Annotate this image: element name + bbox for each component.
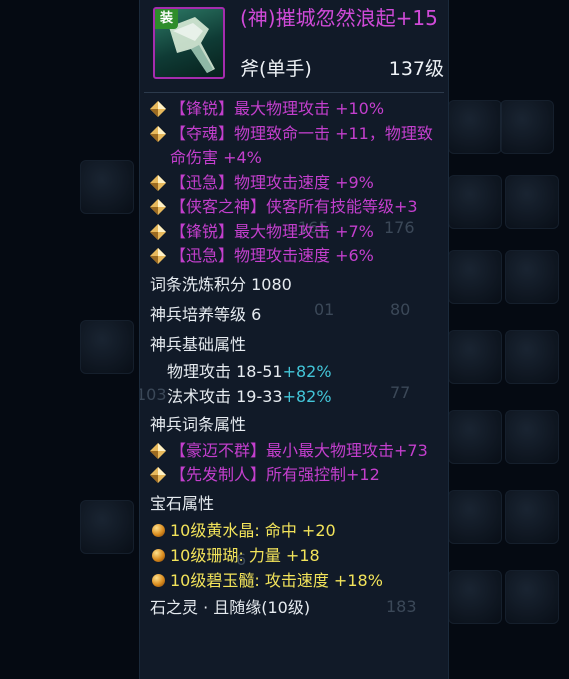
- diamond-gem-icon: [150, 442, 166, 459]
- inventory-slot: [448, 570, 502, 624]
- divine-affix-row: 【豪迈不群】最小最大物理攻击+73: [140, 439, 448, 464]
- magic-attack-label: 法术攻击 19-33: [167, 386, 283, 406]
- inventory-slot: [505, 250, 559, 304]
- diamond-gem-icon: [150, 101, 166, 117]
- magic-attack-row: 法术攻击 19-33+82%: [140, 384, 448, 409]
- inventory-slot: [505, 330, 559, 384]
- inventory-slot: [505, 490, 559, 544]
- inventory-slot: [448, 490, 502, 544]
- base-attributes-header: 神兵基础属性: [150, 334, 247, 354]
- gem-row: 10级黄水晶: 命中 +20: [140, 518, 448, 543]
- gem-row: 10级碧玉髓: 攻击速度 +18%: [140, 568, 448, 593]
- item-tooltip: 165 176 01 80 77 183 6 103 装 (神)摧城忽然浪起+1…: [140, 0, 448, 679]
- affix-text: 【迅急】物理攻击速度 +6%: [170, 246, 374, 265]
- affix-text: 【锋锐】最大物理攻击 +10%: [170, 99, 385, 118]
- diamond-gem-icon: [150, 223, 166, 240]
- item-type: 斧(单手): [240, 58, 312, 80]
- tooltip-body: 【锋锐】最大物理攻击 +10% 【夺魂】物理致命一击 +11，物理致命伤害 +4…: [140, 97, 448, 622]
- cultivation-level: 神兵培养等级 6: [150, 304, 262, 324]
- affix-row: 【迅急】物理攻击速度 +9%: [140, 171, 448, 196]
- gem-text: 10级碧玉髓: 攻击速度 +18%: [170, 570, 383, 590]
- affix-row: 【锋锐】最大物理攻击 +7%: [140, 220, 448, 245]
- divine-affix-row: 【先发制人】所有强控制+12: [140, 463, 448, 488]
- gem-orb-icon: [152, 523, 165, 537]
- diamond-gem-icon: [150, 174, 166, 191]
- gem-orb-icon: [152, 573, 165, 587]
- inventory-slot: [505, 410, 559, 464]
- item-level: 137级: [388, 58, 444, 80]
- affix-text: 【侠客之神】侠客所有技能等级+3: [170, 197, 418, 216]
- divine-affix-text: 【先发制人】所有强控制+12: [170, 465, 380, 484]
- physical-attack-bonus: +82%: [282, 361, 332, 381]
- diamond-gem-icon: [150, 199, 166, 215]
- inventory-slot: [80, 160, 134, 214]
- affix-row: 【迅急】物理攻击速度 +6%: [140, 244, 448, 269]
- affix-row: 【锋锐】最大物理攻击 +10%: [140, 97, 448, 122]
- inventory-slot: [505, 175, 559, 229]
- refine-points: 词条洗炼积分 1080: [150, 274, 292, 294]
- inventory-slot: [448, 410, 502, 464]
- affix-text: 【夺魂】物理致命一击 +11，物理致命伤害 +4%: [170, 123, 433, 168]
- inventory-slot: [448, 175, 502, 229]
- stone-spirit: 石之灵 · 且随缘(10级): [150, 597, 311, 617]
- gem-row: 10级珊瑚: 力量 +18: [140, 543, 448, 568]
- physical-attack-row: 物理攻击 18-51+82%: [140, 359, 448, 384]
- inventory-slot: [80, 320, 134, 374]
- divine-affix-text: 【豪迈不群】最小最大物理攻击+73: [170, 440, 428, 460]
- physical-attack-label: 物理攻击 18-51: [167, 361, 283, 381]
- axe-icon: 装: [153, 7, 225, 79]
- equipped-badge: 装: [155, 9, 178, 29]
- affix-row: 【侠客之神】侠客所有技能等级+3: [140, 195, 448, 220]
- affix-row: 【夺魂】物理致命一击 +11，物理致命伤害 +4%: [140, 122, 448, 171]
- diamond-gem-icon: [150, 125, 166, 142]
- affix-text: 【迅急】物理攻击速度 +9%: [170, 172, 374, 192]
- tooltip-header: 装 (神)摧城忽然浪起+15 斧(单手) 137级: [140, 0, 448, 90]
- magic-attack-bonus: +82%: [282, 386, 332, 406]
- inventory-slot: [80, 500, 134, 554]
- gem-attributes-header: 宝石属性: [150, 493, 215, 513]
- item-name: (神)摧城忽然浪起+15: [240, 6, 438, 30]
- gem-text: 10级黄水晶: 命中 +20: [170, 520, 336, 540]
- affix-attributes-header: 神兵词条属性: [150, 414, 247, 434]
- inventory-slot: [448, 250, 502, 304]
- gem-orb-icon: [152, 548, 165, 562]
- affix-text: 【锋锐】最大物理攻击 +7%: [170, 221, 374, 241]
- inventory-slot: [448, 330, 502, 384]
- diamond-gem-icon: [150, 248, 166, 264]
- inventory-slot: [505, 570, 559, 624]
- gem-text: 10级珊瑚: 力量 +18: [170, 545, 320, 565]
- header-divider: [144, 92, 444, 93]
- inventory-slot: [500, 100, 554, 154]
- inventory-slot: [448, 100, 502, 154]
- diamond-gem-icon: [150, 467, 166, 483]
